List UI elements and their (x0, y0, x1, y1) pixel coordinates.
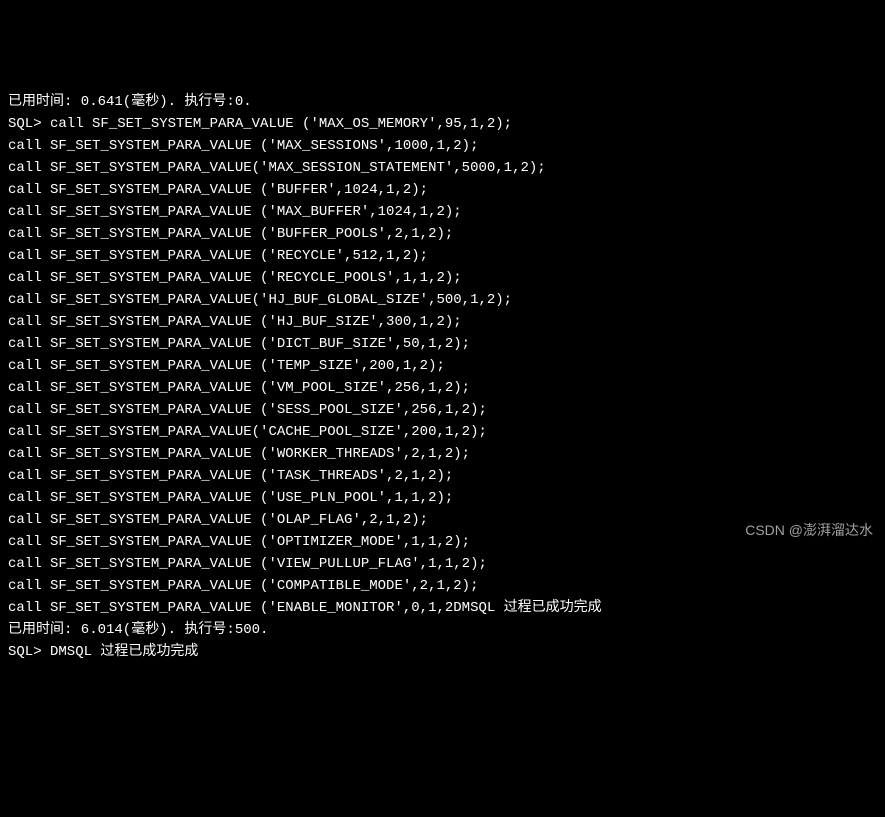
terminal-line: SQL> call SF_SET_SYSTEM_PARA_VALUE ('MAX… (8, 113, 877, 135)
watermark-text: CSDN @澎湃溜达水 (745, 519, 873, 541)
terminal-output[interactable]: 已用时间: 0.641(毫秒). 执行号:0.SQL> call SF_SET_… (8, 91, 877, 663)
terminal-line: call SF_SET_SYSTEM_PARA_VALUE ('BUFFER',… (8, 179, 877, 201)
terminal-line: SQL> DMSQL 过程已成功完成 (8, 641, 877, 663)
terminal-line: call SF_SET_SYSTEM_PARA_VALUE ('ENABLE_M… (8, 597, 877, 619)
terminal-line: call SF_SET_SYSTEM_PARA_VALUE ('WORKER_T… (8, 443, 877, 465)
terminal-line: call SF_SET_SYSTEM_PARA_VALUE ('HJ_BUF_S… (8, 311, 877, 333)
terminal-line: call SF_SET_SYSTEM_PARA_VALUE ('COMPATIB… (8, 575, 877, 597)
terminal-line: call SF_SET_SYSTEM_PARA_VALUE('HJ_BUF_GL… (8, 289, 877, 311)
terminal-line: call SF_SET_SYSTEM_PARA_VALUE ('VIEW_PUL… (8, 553, 877, 575)
terminal-line: call SF_SET_SYSTEM_PARA_VALUE ('MAX_BUFF… (8, 201, 877, 223)
terminal-line: call SF_SET_SYSTEM_PARA_VALUE ('USE_PLN_… (8, 487, 877, 509)
terminal-line: 已用时间: 6.014(毫秒). 执行号:500. (8, 619, 877, 641)
terminal-line: call SF_SET_SYSTEM_PARA_VALUE ('BUFFER_P… (8, 223, 877, 245)
terminal-line: call SF_SET_SYSTEM_PARA_VALUE ('MAX_SESS… (8, 135, 877, 157)
terminal-line: call SF_SET_SYSTEM_PARA_VALUE ('RECYCLE_… (8, 267, 877, 289)
terminal-line: call SF_SET_SYSTEM_PARA_VALUE ('RECYCLE'… (8, 245, 877, 267)
terminal-line: call SF_SET_SYSTEM_PARA_VALUE ('VM_POOL_… (8, 377, 877, 399)
terminal-line: call SF_SET_SYSTEM_PARA_VALUE ('DICT_BUF… (8, 333, 877, 355)
terminal-line: call SF_SET_SYSTEM_PARA_VALUE ('TASK_THR… (8, 465, 877, 487)
terminal-line: call SF_SET_SYSTEM_PARA_VALUE('MAX_SESSI… (8, 157, 877, 179)
terminal-line: call SF_SET_SYSTEM_PARA_VALUE ('TEMP_SIZ… (8, 355, 877, 377)
terminal-line: call SF_SET_SYSTEM_PARA_VALUE ('SESS_POO… (8, 399, 877, 421)
terminal-line: call SF_SET_SYSTEM_PARA_VALUE('CACHE_POO… (8, 421, 877, 443)
terminal-line: 已用时间: 0.641(毫秒). 执行号:0. (8, 91, 877, 113)
